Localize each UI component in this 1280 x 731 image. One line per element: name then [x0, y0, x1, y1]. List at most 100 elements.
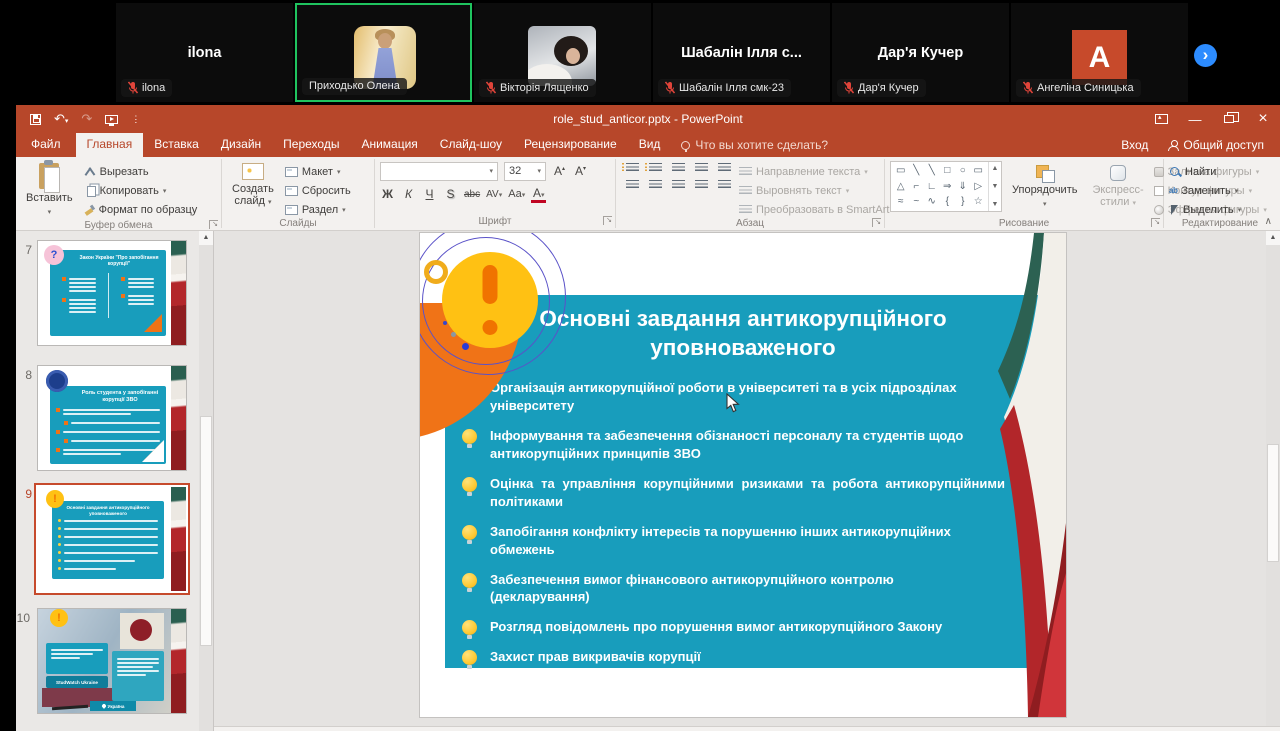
paste-icon [39, 163, 59, 189]
dialog-launcher-icon[interactable]: ↘ [872, 218, 881, 227]
convert-smartart-button[interactable]: Преобразовать в SmartArt▾ [739, 202, 897, 217]
slide-canvas[interactable]: Основні завдання антикорупційного уповно… [420, 233, 1066, 717]
tab-slideshow[interactable]: Слайд-шоу [429, 133, 513, 157]
columns-button[interactable] [718, 180, 731, 190]
underline-button[interactable]: Ч [422, 187, 437, 201]
smartart-icon [739, 205, 752, 215]
yellow-ring-decoration [424, 260, 448, 284]
tab-view[interactable]: Вид [628, 133, 672, 157]
align-center-button[interactable] [649, 180, 662, 190]
decrease-indent-button[interactable] [672, 163, 685, 173]
dialog-launcher-icon[interactable]: ↘ [209, 220, 218, 229]
quick-styles-button[interactable]: Экспресс-стили ▾ [1087, 161, 1148, 210]
increase-indent-button[interactable] [695, 163, 708, 173]
participant-tile-kucher[interactable]: Дар'я Кучер Дар'я Кучер [832, 3, 1009, 102]
participant-tile-prikhodko-active-speaker[interactable]: Приходько Олена [295, 3, 472, 102]
bullets-button[interactable] [626, 163, 639, 173]
font-name-combo[interactable]: ▾ [380, 162, 498, 181]
replace-button[interactable]: ab Заменить▾ [1169, 183, 1241, 198]
person-icon [1168, 140, 1178, 150]
numbering-button[interactable] [649, 163, 662, 173]
next-participants-page-button[interactable]: › [1194, 44, 1217, 67]
dialog-launcher-icon[interactable]: ↘ [603, 216, 612, 225]
shrink-font-button[interactable]: А▾ [573, 164, 588, 178]
slide-bullet-list: Організація антикорупційної роботи в уні… [462, 379, 1022, 666]
mouse-cursor [726, 393, 740, 413]
slide-number: 7 [18, 243, 32, 257]
arrange-button[interactable]: Упорядочить ▾ [1007, 161, 1082, 211]
tab-file[interactable]: Файл [16, 133, 76, 157]
gallery-scroll-buttons[interactable]: ▲▼▼ [988, 162, 1001, 211]
minimize-button[interactable]: — [1178, 105, 1212, 133]
font-color-button[interactable]: А▾ [531, 186, 546, 203]
ribbon-display-options-button[interactable] [1144, 105, 1178, 133]
align-right-button[interactable] [672, 180, 685, 190]
participant-tile-synytska[interactable]: A Ангеліна Синицька [1011, 3, 1188, 102]
paste-button[interactable]: Вставить ▾ [21, 161, 78, 219]
tab-insert[interactable]: Вставка [143, 133, 210, 157]
slide-editor-area: Основні завдання антикорупційного уповно… [214, 231, 1280, 731]
select-button[interactable]: Выделить▾ [1169, 202, 1241, 217]
arrange-icon [1036, 165, 1054, 181]
bullet-item: Розгляд повідомлень про порушення вимог … [462, 618, 1022, 636]
tab-animations[interactable]: Анимация [350, 133, 428, 157]
participant-tile-ilona[interactable]: ilona ilona [116, 3, 293, 102]
slide-10-thumbnail[interactable]: StudWatch Ukraine Україна ! [38, 609, 186, 713]
text-shadow-button[interactable]: S [443, 187, 458, 201]
scrollbar-thumb[interactable] [200, 416, 212, 646]
slide-number-selected: 9 [18, 487, 32, 501]
align-text-button[interactable]: Выровнять текст▾ [739, 183, 897, 198]
flag-ribbon-decoration [994, 233, 1066, 717]
tab-review[interactable]: Рецензирование [513, 133, 628, 157]
workspace: 7 Закон України "Про запобігання корупці… [16, 231, 1280, 731]
restore-button[interactable] [1212, 105, 1246, 133]
cut-button[interactable]: Вырезать [84, 164, 198, 179]
participant-tile-shabalin[interactable]: Шабалін Ілля с... Шабалін Ілля смк-23 [653, 3, 830, 102]
slide-number: 8 [18, 368, 32, 382]
line-spacing-button[interactable] [718, 163, 731, 173]
align-left-button[interactable] [626, 180, 639, 190]
sign-in-button[interactable]: Вход [1121, 138, 1148, 152]
collapse-ribbon-button[interactable]: ∧ [1265, 216, 1272, 227]
new-slide-button[interactable]: Создатьслайд ▾ [227, 161, 279, 209]
scrollbar-thumb[interactable] [1267, 444, 1279, 562]
layout-button[interactable]: Макет▾ [285, 164, 351, 179]
character-spacing-button[interactable]: AV▾ [486, 189, 502, 200]
slide-8-thumbnail[interactable]: Роль студента у запобіганні корупції ЗВО [38, 366, 186, 470]
section-button[interactable]: Раздел▾ [285, 202, 351, 217]
shapes-gallery[interactable]: ▭╲╲□○▭ △⌐∟⇒⇓▷ ≈~∿{}☆ ▲▼▼ [890, 161, 1002, 212]
shape-effects-icon [1154, 205, 1164, 215]
tab-transitions[interactable]: Переходы [272, 133, 350, 157]
dialog-launcher-icon[interactable]: ↘ [1151, 218, 1160, 227]
bullet-item: Інформування та забезпечення обізнаності… [462, 427, 1022, 463]
scroll-up-arrow[interactable]: ▲ [199, 231, 213, 245]
tell-me-box[interactable]: Что вы хотите сделать? [671, 133, 838, 157]
change-case-button[interactable]: Aa▾ [508, 188, 525, 200]
tab-home[interactable]: Главная [76, 133, 144, 157]
text-direction-button[interactable]: Направление текста▾ [739, 164, 897, 179]
slide-9-thumbnail-selected[interactable]: Основні завдання антикорупційного уповно… [34, 483, 190, 595]
format-painter-button[interactable]: Формат по образцу [84, 202, 198, 217]
strikethrough-button[interactable]: abc [464, 189, 480, 200]
share-button[interactable]: Общий доступ [1168, 138, 1264, 152]
lightbulb-bullet-icon [462, 650, 477, 665]
grow-font-button[interactable]: А▴ [552, 164, 567, 178]
editor-scrollbar[interactable]: ▲ [1266, 231, 1280, 731]
lightbulb-bullet-icon [462, 620, 477, 635]
close-button[interactable]: × [1246, 105, 1280, 133]
reset-button[interactable]: Сбросить [285, 183, 351, 198]
bold-button[interactable]: Ж [380, 187, 395, 201]
scroll-up-arrow[interactable]: ▲ [1266, 231, 1280, 245]
tab-design[interactable]: Дизайн [210, 133, 272, 157]
justify-button[interactable] [695, 180, 708, 190]
bullet-item: Організація антикорупційної роботи в уні… [462, 379, 1022, 415]
find-button[interactable]: Найти [1169, 164, 1241, 179]
window-title: role_stud_anticor.pptx - PowerPoint [16, 112, 1280, 126]
participant-tile-liashchenko[interactable]: Вікторія Лященко [474, 3, 651, 102]
font-size-combo[interactable]: 32▾ [504, 162, 546, 181]
slide-7-thumbnail[interactable]: Закон України "Про запобігання корупції" [38, 241, 186, 345]
gray-dot-decoration [451, 332, 456, 337]
copy-button[interactable]: Копировать ▾ [84, 183, 198, 198]
italic-button[interactable]: К [401, 187, 416, 201]
thumbnail-scrollbar[interactable]: ▲ [199, 231, 213, 731]
